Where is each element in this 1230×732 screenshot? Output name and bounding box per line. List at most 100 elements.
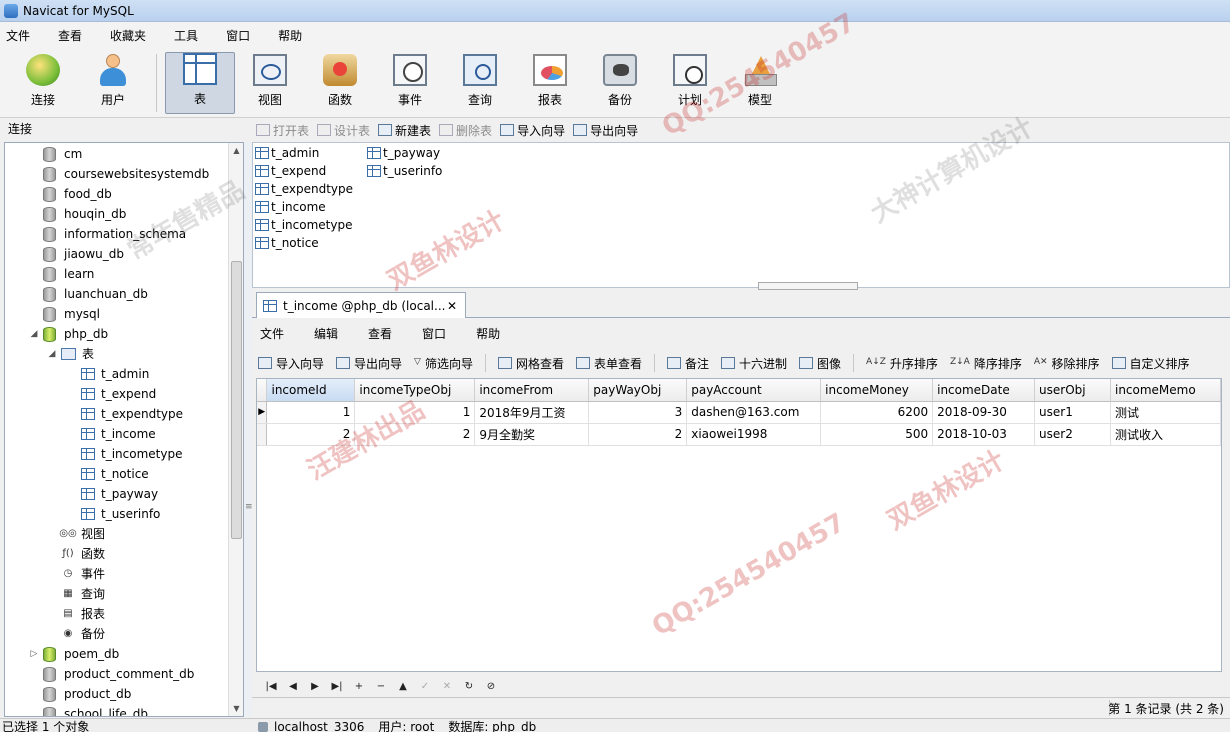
first-record-icon[interactable]: |◀ [260, 681, 282, 692]
tree-db-item[interactable]: learn [43, 264, 94, 284]
table-menu-file[interactable]: 文件 [260, 325, 284, 342]
tree-backups-node[interactable]: ◉ 备份 [61, 624, 105, 644]
table-cell[interactable]: 测试 [1110, 401, 1221, 424]
table-cell[interactable]: 6200 [820, 401, 934, 424]
tree-db-item[interactable]: coursewebsitesystemdb [43, 164, 209, 184]
column-header[interactable]: incomeDate [932, 379, 1036, 402]
toolbar-view-button[interactable]: 视图 [235, 52, 305, 114]
scroll-up-icon[interactable]: ▲ [229, 143, 243, 158]
column-header[interactable]: userObj [1034, 379, 1111, 402]
tree-table-item[interactable]: t_userinfo [81, 504, 160, 524]
previous-record-icon[interactable]: ◀ [282, 681, 304, 692]
toolbar-backup-button[interactable]: 备份 [585, 52, 655, 114]
tree-db-item[interactable]: mysql [43, 304, 100, 324]
tree-db-php-db[interactable]: ◢ php_db [29, 324, 108, 344]
move-up-icon[interactable]: ▲ [392, 681, 414, 692]
object-item[interactable]: t_payway [367, 144, 440, 162]
table-row[interactable]: ▶ 1 1 2018年9月工资 3 dashen@163.com 6200 20… [257, 401, 1221, 424]
tree-db-item[interactable]: food_db [43, 184, 112, 204]
column-header[interactable]: payWayObj [588, 379, 688, 402]
sort-ascending-button[interactable]: A↓Z 升序排序 [866, 355, 938, 372]
open-table-button[interactable]: 打开表 [256, 122, 309, 139]
toolbar-report-button[interactable]: 报表 [515, 52, 585, 114]
table-menu-help[interactable]: 帮助 [476, 325, 500, 342]
tree-table-item[interactable]: t_incometype [81, 444, 182, 464]
tree-events-node[interactable]: ◷ 事件 [61, 564, 105, 584]
expand-arrow-icon[interactable]: ▷ [29, 644, 39, 664]
table-cell[interactable]: dashen@163.com [686, 401, 822, 424]
tree-db-item[interactable]: luanchuan_db [43, 284, 148, 304]
tree-table-item[interactable]: t_income [81, 424, 156, 444]
panel-splitter[interactable]: ≡ [244, 142, 253, 717]
tree-db-item[interactable]: product_db [43, 684, 131, 704]
menu-help[interactable]: 帮助 [276, 25, 304, 46]
menu-file[interactable]: 文件 [4, 25, 32, 46]
tree-db-item[interactable]: houqin_db [43, 204, 126, 224]
refresh-icon[interactable]: ↻ [458, 681, 480, 692]
table-row[interactable]: 2 2 9月全勤奖 2 xiaowei1998 500 2018-10-03 u… [257, 423, 1221, 446]
table-cell[interactable]: 2018年9月工资 [474, 401, 590, 424]
table-cell[interactable]: 2018-10-03 [932, 423, 1036, 446]
collapse-arrow-icon[interactable]: ◢ [29, 324, 39, 344]
object-item[interactable]: t_income [255, 198, 326, 216]
object-item[interactable]: t_expendtype [255, 180, 353, 198]
table-cell[interactable]: 500 [820, 423, 934, 446]
menu-view[interactable]: 查看 [56, 25, 84, 46]
tree-db-item[interactable]: product_comment_db [43, 664, 194, 684]
import-wizard-button[interactable]: 导入向导 [258, 355, 324, 372]
table-cell[interactable]: 2 [588, 423, 688, 446]
image-button[interactable]: 图像 [799, 355, 841, 372]
import-wizard-button[interactable]: 导入向导 [500, 122, 565, 139]
tree-reports-node[interactable]: ▤ 报表 [61, 604, 105, 624]
tree-db-item[interactable]: jiaowu_db [43, 244, 124, 264]
tree-table-item[interactable]: t_expendtype [81, 404, 183, 424]
column-header[interactable]: incomeId [266, 379, 356, 402]
tree-db-item[interactable]: information_schema [43, 224, 186, 244]
table-cell[interactable]: 2018-09-30 [932, 401, 1036, 424]
table-cell[interactable]: xiaowei1998 [686, 423, 822, 446]
delete-table-button[interactable]: 删除表 [439, 122, 492, 139]
add-record-icon[interactable]: + [348, 681, 370, 692]
close-icon[interactable]: ✕ [447, 299, 457, 313]
tree-queries-node[interactable]: ▦ 查询 [61, 584, 105, 604]
export-wizard-button[interactable]: 导出向导 [573, 122, 638, 139]
table-cell[interactable]: 1 [266, 401, 356, 424]
table-cell[interactable]: 2 [266, 423, 356, 446]
hex-button[interactable]: 十六进制 [721, 355, 787, 372]
scrollbar-thumb[interactable] [231, 261, 242, 539]
object-item[interactable]: t_admin [255, 144, 319, 162]
tab-t-income[interactable]: t_income @php_db (local... ✕ [256, 292, 466, 318]
tree-table-item[interactable]: t_admin [81, 364, 149, 384]
column-header[interactable]: incomeMoney [820, 379, 934, 402]
tree-db-poem-db[interactable]: ▷ poem_db [29, 644, 119, 664]
form-view-button[interactable]: 表单查看 [575, 355, 642, 372]
apply-changes-icon[interactable]: ✓ [414, 681, 436, 692]
memo-button[interactable]: 备注 [667, 355, 709, 372]
grid-view-button[interactable]: 网格查看 [497, 355, 564, 372]
object-item[interactable]: t_userinfo [367, 162, 442, 180]
export-wizard-button[interactable]: 导出向导 [336, 355, 402, 372]
tree-db-item[interactable]: cm [43, 144, 82, 164]
toolbar-query-button[interactable]: 查询 [445, 52, 515, 114]
object-list-resize-handle[interactable] [758, 282, 858, 290]
design-table-button[interactable]: 设计表 [317, 122, 370, 139]
toolbar-connection-button[interactable]: 连接 [8, 52, 78, 114]
table-cell[interactable]: 测试收入 [1110, 423, 1221, 446]
toolbar-user-button[interactable]: 用户 [78, 52, 148, 114]
tree-table-item[interactable]: t_expend [81, 384, 156, 404]
new-table-button[interactable]: 新建表 [378, 122, 431, 139]
table-cell[interactable]: 3 [588, 401, 688, 424]
column-header[interactable]: incomeTypeObj [354, 379, 476, 402]
table-cell[interactable]: user1 [1034, 401, 1111, 424]
delete-record-icon[interactable]: − [370, 681, 392, 692]
last-record-icon[interactable]: ▶| [326, 681, 348, 692]
table-menu-edit[interactable]: 编辑 [314, 325, 338, 342]
scroll-down-icon[interactable]: ▼ [229, 701, 243, 716]
menu-window[interactable]: 窗口 [224, 25, 252, 46]
remove-sort-button[interactable]: A✕ 移除排序 [1034, 355, 1100, 372]
column-header[interactable]: incomeFrom [474, 379, 590, 402]
tree-tables-folder[interactable]: ◢ 表 [47, 344, 94, 364]
table-cell[interactable]: 1 [354, 401, 476, 424]
table-menu-window[interactable]: 窗口 [422, 325, 446, 342]
collapse-arrow-icon[interactable]: ◢ [47, 344, 57, 364]
